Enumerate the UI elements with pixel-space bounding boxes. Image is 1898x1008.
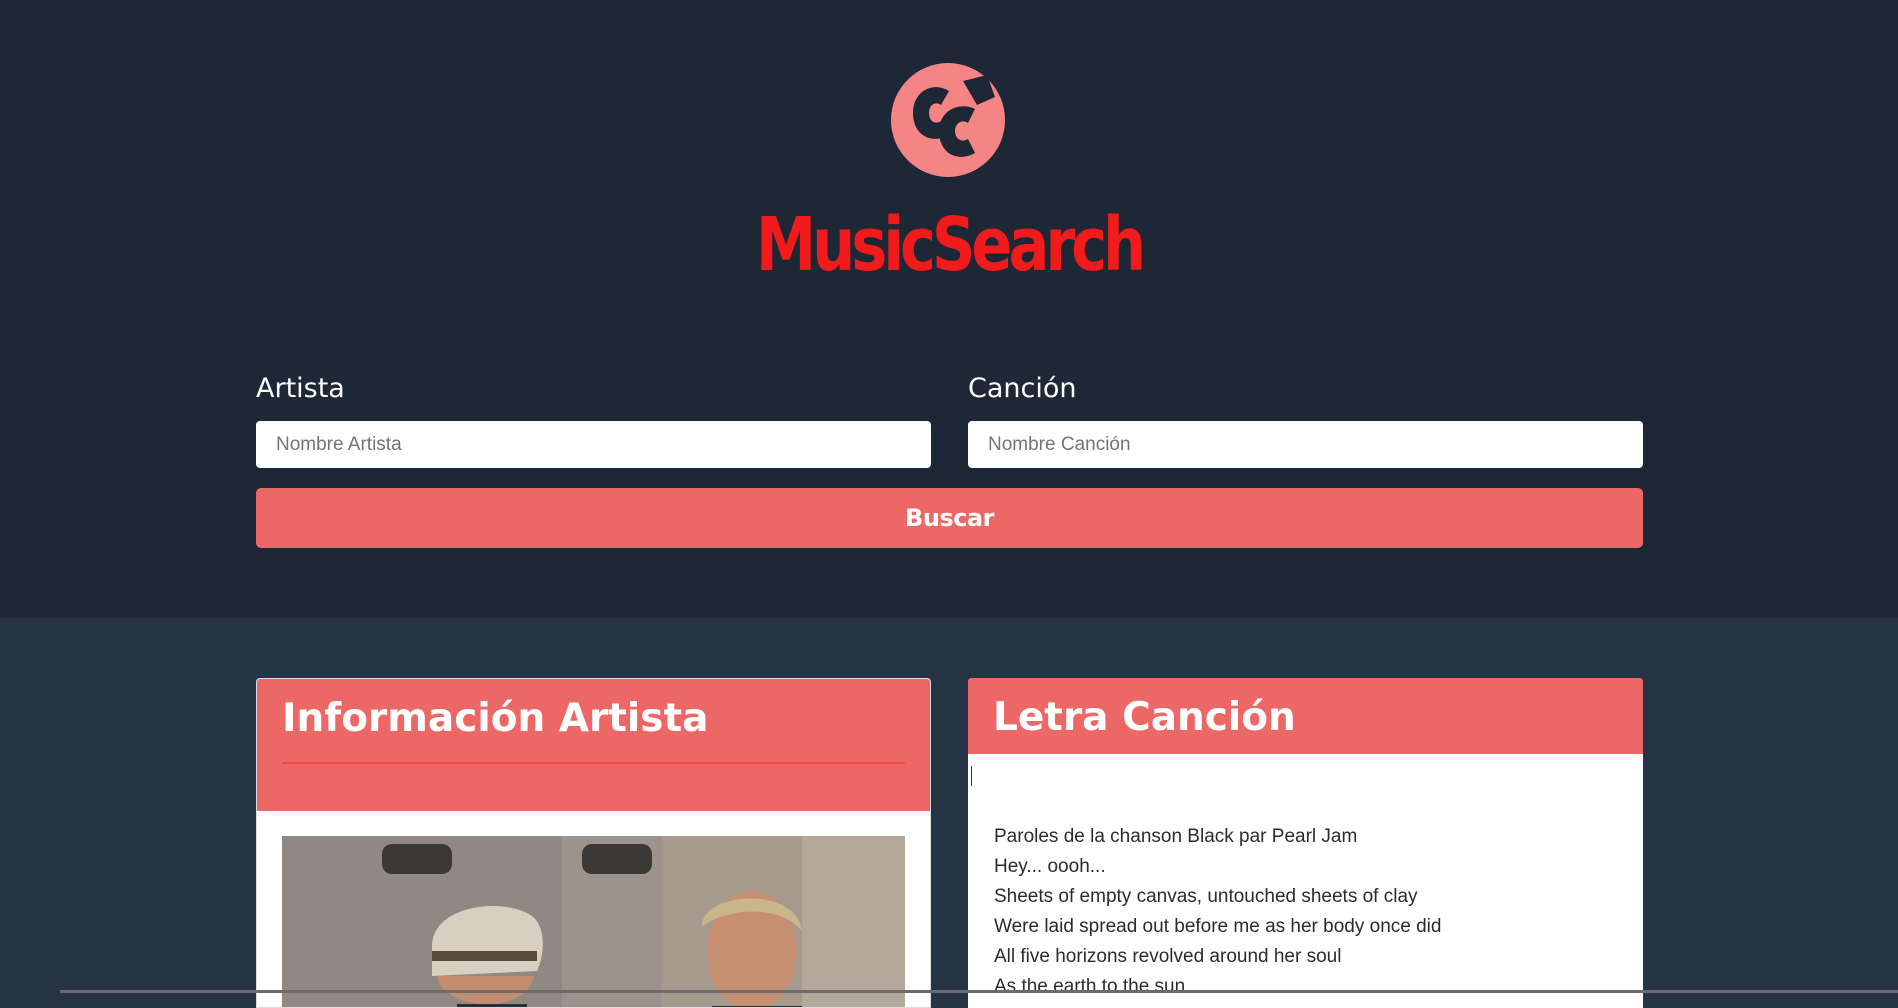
lyrics-text-area[interactable]: Paroles de la chanson Black par Pearl Ja… [968,754,1643,1002]
lyrics-lines: Paroles de la chanson Black par Pearl Ja… [968,764,1643,1002]
lyric-line: All five horizons revolved around her so… [994,946,1342,967]
lyric-line: Sheets of empty canvas, untouched sheets… [994,886,1418,907]
artist-label: Artista [256,373,345,404]
lyric-line: Hey... oooh... [994,856,1106,877]
lyric-line: Were laid spread out before me as her bo… [994,916,1442,937]
brand-name: MusicSearch [755,202,1146,288]
search-button[interactable]: Buscar [256,488,1643,548]
artist-input[interactable] [256,421,931,468]
music-search-logo-icon [891,63,1005,177]
text-cursor [971,766,972,786]
search-hero: MusicSearch Artista Canción Buscar [0,0,1898,618]
song-input[interactable] [968,421,1643,468]
lyrics-card-title: Letra Canción [993,695,1296,740]
artist-card-title: Información Artista [282,696,709,741]
lyrics-card-header: Letra Canción [968,678,1643,754]
artist-info-card: Información Artista [256,678,931,1008]
lyric-line: As the earth to the sun [994,976,1186,997]
artist-card-header: Información Artista [257,679,930,811]
lyrics-card: Letra Canción Paroles de la chanson Blac… [968,678,1643,1008]
song-label: Canción [968,373,1077,404]
artist-photo-image [282,836,905,1007]
artist-photo [282,836,905,1007]
lyric-line: Paroles de la chanson Black par Pearl Ja… [994,826,1358,847]
title-divider [282,762,905,764]
